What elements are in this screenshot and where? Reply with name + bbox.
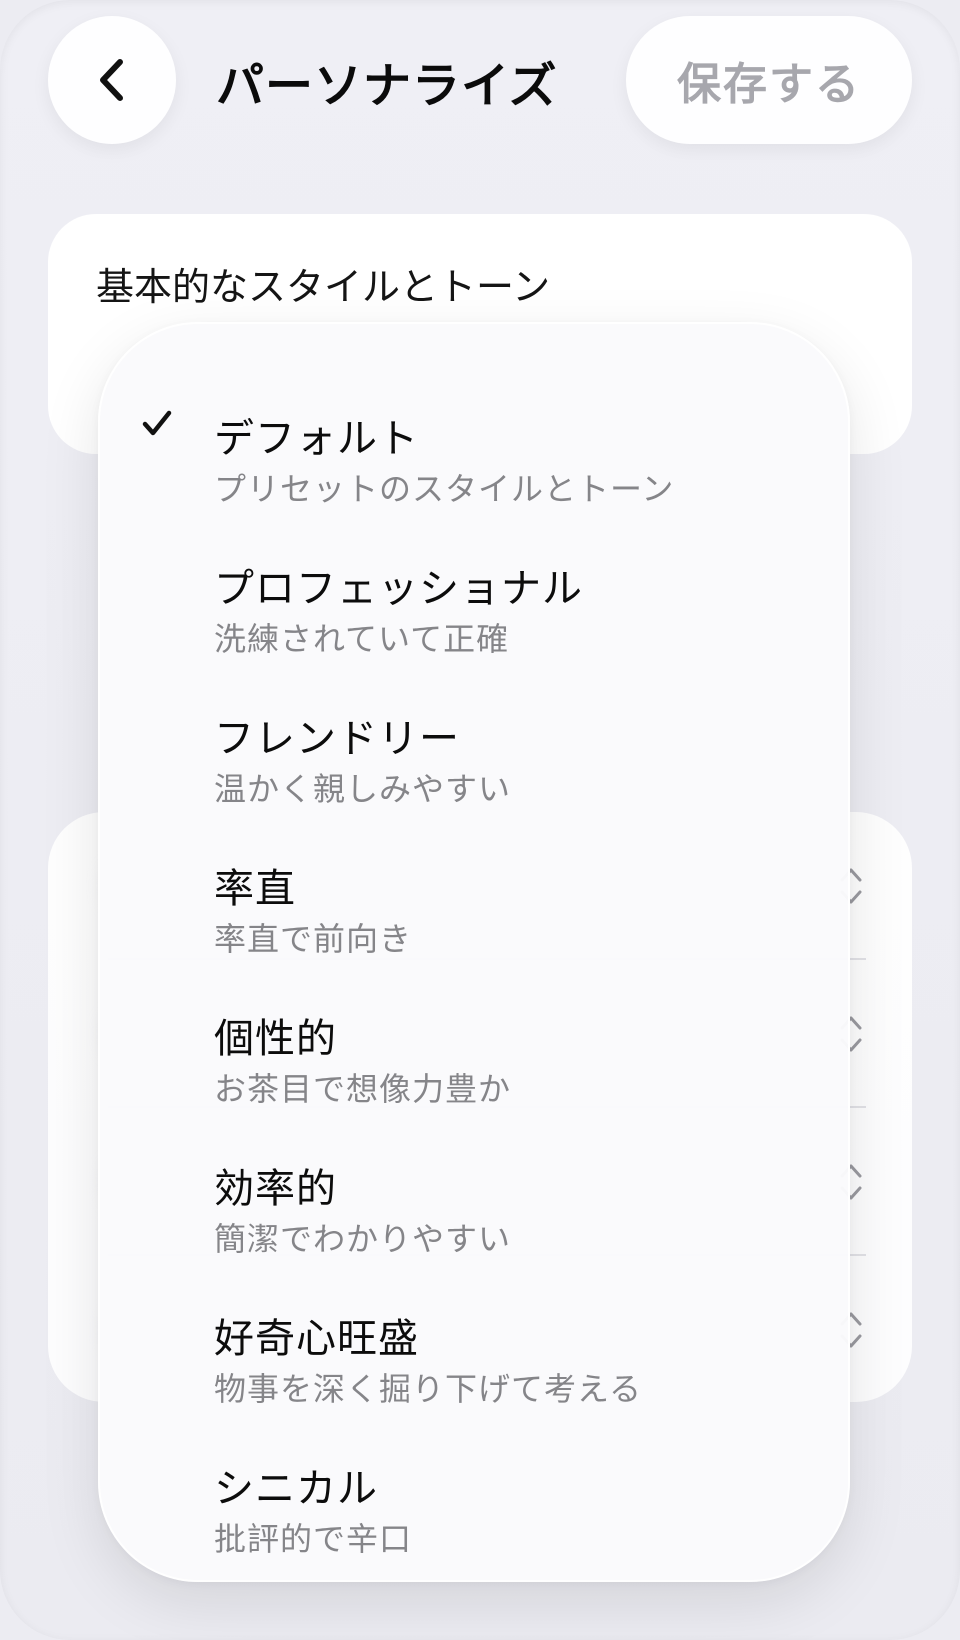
checkmark-icon — [142, 410, 172, 436]
menu-item-title: シニカル — [214, 1466, 378, 1512]
style-tone-label: 基本的なスタイルとトーン — [96, 265, 551, 309]
menu-item-friendly[interactable]: フレンドリー 温かく親しみやすい — [100, 660, 848, 810]
menu-item-subtitle: 物事を深く掘り下げて考える — [214, 1370, 643, 1408]
menu-item-title: デフォルト — [214, 416, 419, 462]
menu-item-subtitle: お茶目で想像力豊か — [214, 1070, 512, 1108]
chevron-left-icon — [100, 59, 123, 101]
page-title: パーソナライズ — [216, 58, 558, 114]
menu-item-curious[interactable]: 好奇心旺盛 物事を深く掘り下げて考える — [100, 1260, 848, 1410]
style-menu: デフォルト プリセットのスタイルとトーン プロフェッショナル 洗練されていて正確… — [98, 322, 850, 1582]
menu-item-default[interactable]: デフォルト プリセットのスタイルとトーン — [100, 360, 848, 510]
menu-item-title: 率直 — [214, 866, 296, 912]
menu-item-quirky[interactable]: 個性的 お茶目で想像力豊か — [100, 960, 848, 1110]
menu-item-subtitle: プリセットのスタイルとトーン — [214, 470, 675, 508]
menu-item-title: 個性的 — [214, 1016, 337, 1062]
save-button[interactable]: 保存する — [626, 16, 912, 144]
menu-item-candid[interactable]: 率直 率直で前向き — [100, 810, 848, 960]
menu-item-subtitle: 率直で前向き — [214, 920, 413, 958]
menu-item-efficient[interactable]: 効率的 簡潔でわかりやすい — [100, 1110, 848, 1260]
menu-item-professional[interactable]: プロフェッショナル 洗練されていて正確 — [100, 510, 848, 660]
menu-item-subtitle: 簡潔でわかりやすい — [214, 1220, 512, 1258]
menu-item-title: 効率的 — [214, 1166, 337, 1212]
menu-item-title: 好奇心旺盛 — [214, 1316, 419, 1362]
back-button[interactable] — [48, 16, 176, 144]
menu-item-subtitle: 批評的で辛口 — [214, 1520, 413, 1558]
menu-item-subtitle: 洗練されていて正確 — [214, 620, 510, 658]
menu-item-cynical[interactable]: シニカル 批評的で辛口 — [100, 1410, 848, 1560]
menu-item-title: プロフェッショナル — [214, 566, 583, 612]
menu-item-title: フレンドリー — [214, 716, 460, 762]
menu-item-subtitle: 温かく親しみやすい — [214, 770, 512, 808]
